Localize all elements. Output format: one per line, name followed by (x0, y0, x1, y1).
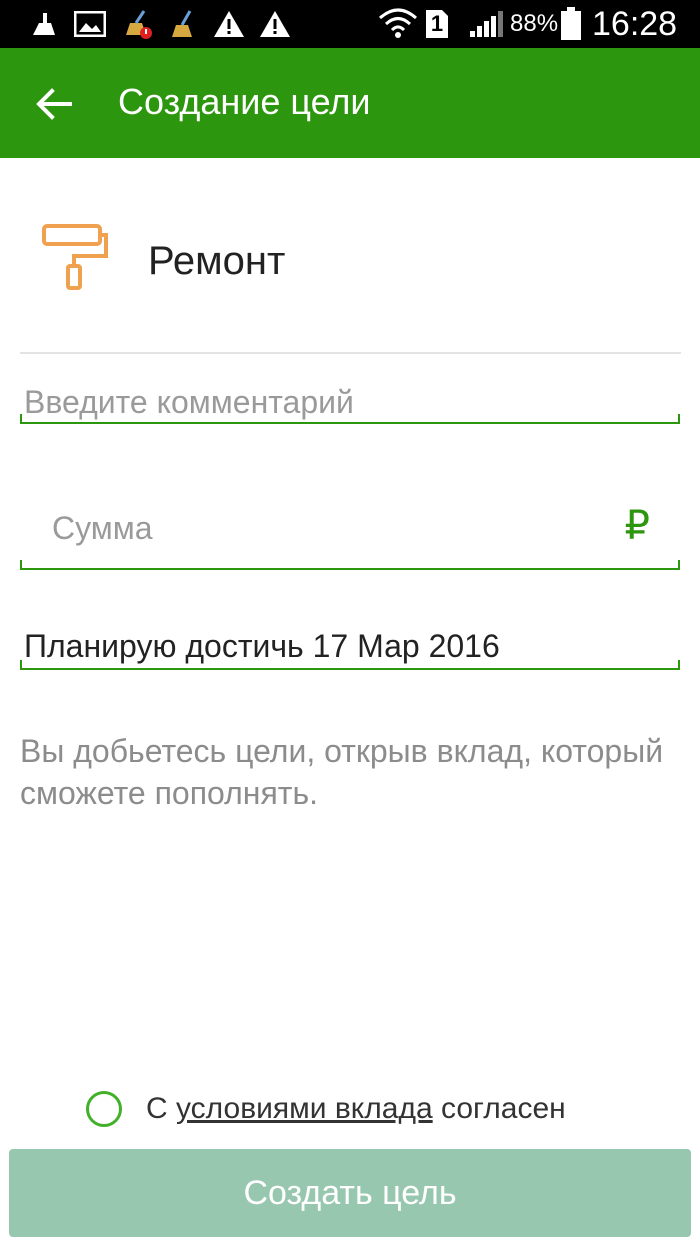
goal-category-label: Ремонт (148, 239, 286, 283)
screen: 1 88% 16:28 Создание цели Ремонт Введите… (0, 0, 700, 1244)
target-date-field[interactable]: Планирую достичь 17 Мар 2016 (20, 620, 680, 672)
sum-field[interactable]: ₽ (20, 500, 680, 572)
agreement-prefix: С (146, 1092, 168, 1125)
battery-percent: 88% (510, 10, 559, 37)
paint-roller-icon (40, 222, 110, 292)
ruble-icon: ₽ (624, 504, 650, 548)
cleaner-icon (28, 8, 58, 40)
info-text: Вы добьетесь цели, открыв вклад, который… (20, 733, 664, 811)
agreement-text: С условиями вклада согласен (146, 1089, 566, 1129)
agreement-suffix: согласен (441, 1092, 566, 1125)
broom-alert-icon (120, 8, 154, 40)
date-underline (20, 660, 680, 670)
image-icon (74, 8, 106, 40)
broom-icon (166, 8, 200, 40)
back-button[interactable] (26, 76, 82, 132)
battery-icon (560, 7, 582, 40)
agreement-row: С условиями вклада согласен (86, 1084, 566, 1134)
sim-slot-label: 1 (430, 11, 444, 36)
app-bar: Создание цели (0, 48, 700, 158)
agreement-radio[interactable] (86, 1091, 122, 1127)
wifi-icon (378, 8, 418, 40)
comment-field[interactable] (20, 380, 684, 430)
clock: 16:28 (592, 5, 678, 43)
page-title: Создание цели (118, 81, 371, 122)
create-goal-button[interactable]: Создать цель (9, 1149, 691, 1237)
arrow-left-icon (36, 88, 72, 120)
status-bar: 1 88% 16:28 (0, 0, 700, 48)
warning-icon (258, 8, 292, 40)
comment-underline (20, 414, 680, 424)
deposit-terms-link[interactable]: условиями вклада (176, 1092, 433, 1125)
warning-icon (212, 8, 246, 40)
signal-icon (468, 8, 504, 40)
divider (20, 352, 681, 354)
sum-underline (20, 560, 680, 570)
sum-input[interactable] (52, 504, 632, 552)
